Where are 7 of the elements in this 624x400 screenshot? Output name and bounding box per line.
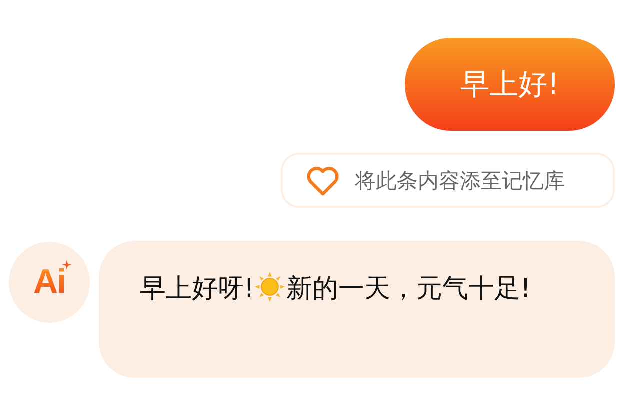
sun-icon xyxy=(255,272,286,302)
user-message-bubble: 早上好! xyxy=(405,38,615,131)
add-to-memory-button[interactable]: 将此条内容添至记忆库 xyxy=(281,153,615,208)
heart-icon xyxy=(305,164,341,196)
message-text: 早上好呀! xyxy=(140,274,254,304)
message-text: 新的一天，元气十足! xyxy=(286,274,531,304)
ai-avatar: Ai xyxy=(9,242,90,323)
